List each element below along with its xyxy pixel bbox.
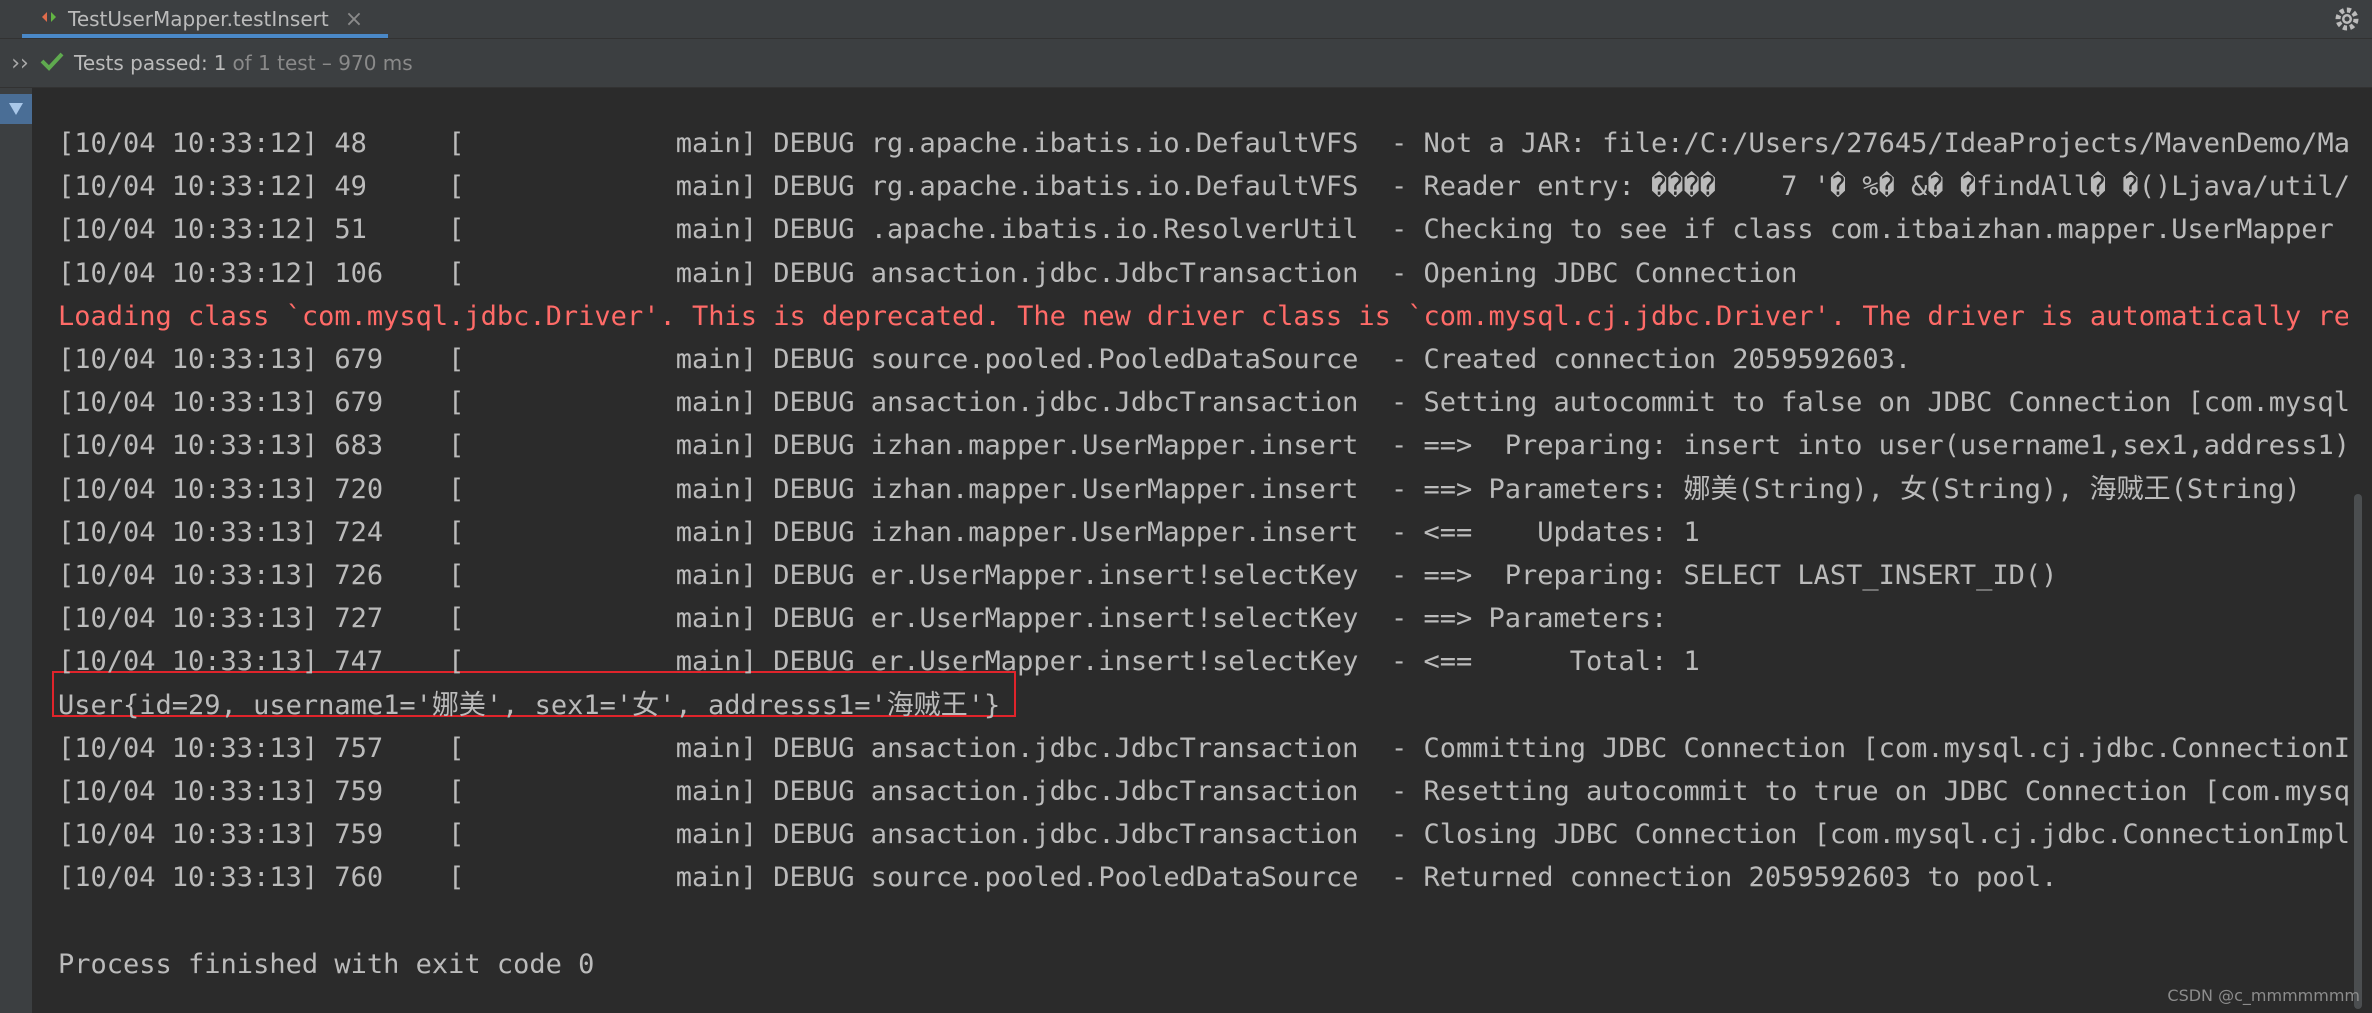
log-line: [10/04 10:33:13] 726 [ main] DEBUG er.Us… bbox=[58, 560, 2058, 591]
tab-active-indicator bbox=[22, 34, 388, 38]
log-line: [10/04 10:33:13] 759 [ main] DEBUG ansac… bbox=[58, 819, 2348, 851]
run-config-icon bbox=[40, 7, 58, 31]
log-line: [10/04 10:33:13] 760 [ main] DEBUG sourc… bbox=[58, 862, 2058, 894]
console-output[interactable]: [10/04 10:33:12] 48 [ main] DEBUG rg.apa… bbox=[32, 88, 2348, 1013]
log-line: [10/04 10:33:13] 679 [ main] DEBUG sourc… bbox=[58, 344, 1912, 375]
highlighted-output-line: User{id=29, username1='娜美', sex1='女', ad… bbox=[58, 689, 1001, 721]
status-passed-count: 1 bbox=[213, 51, 227, 75]
log-line: [10/04 10:33:13] 757 [ main] DEBUG ansac… bbox=[58, 732, 2348, 764]
log-line: [10/04 10:33:13] 683 [ main] DEBUG izhan… bbox=[58, 430, 2348, 462]
scrollbar-thumb[interactable] bbox=[2354, 494, 2362, 1009]
check-icon bbox=[40, 51, 64, 76]
log-line: [10/04 10:33:13] 727 [ main] DEBUG er.Us… bbox=[58, 603, 1684, 635]
log-line: [10/04 10:33:13] 747 [ main] DEBUG er.Us… bbox=[58, 646, 1700, 678]
log-line: [10/04 10:33:12] 106 [ main] DEBUG ansac… bbox=[58, 257, 1798, 289]
console-gutter bbox=[0, 88, 32, 1013]
log-line: [10/04 10:33:12] 51 [ main] DEBUG .apach… bbox=[58, 214, 2348, 246]
log-line: [10/04 10:33:13] 759 [ main] DEBUG ansac… bbox=[58, 776, 2348, 807]
tab-title: TestUserMapper.testInsert bbox=[68, 7, 329, 31]
tab-bar: TestUserMapper.testInsert × bbox=[0, 0, 2372, 39]
test-status-bar: ›› Tests passed: 1 of 1 test – 970 ms bbox=[0, 39, 2372, 88]
gear-icon[interactable] bbox=[2332, 4, 2362, 34]
log-line: [10/04 10:33:13] 679 [ main] DEBUG ansac… bbox=[58, 387, 2348, 419]
watermark: CSDN @c_mmmmmmm bbox=[2167, 986, 2360, 1005]
log-line: Process finished with exit code 0 bbox=[58, 948, 595, 980]
status-summary: of 1 test – 970 ms bbox=[232, 51, 413, 75]
expand-chevron-icon[interactable]: ›› bbox=[0, 51, 40, 76]
scrollbar[interactable] bbox=[2348, 88, 2372, 1013]
log-line: [10/04 10:33:13] 720 [ main] DEBUG izhan… bbox=[58, 473, 2301, 505]
error-line: Loading class `com.mysql.jdbc.Driver'. T… bbox=[58, 300, 2348, 332]
log-line: [10/04 10:33:12] 48 [ main] DEBUG rg.apa… bbox=[58, 128, 2348, 159]
log-line: [10/04 10:33:13] 724 [ main] DEBUG izhan… bbox=[58, 516, 1700, 548]
collapse-arrow-icon[interactable] bbox=[0, 94, 32, 124]
close-icon[interactable]: × bbox=[345, 7, 363, 32]
tab-test-user-mapper[interactable]: TestUserMapper.testInsert × bbox=[22, 0, 388, 38]
status-label: Tests passed: bbox=[74, 51, 208, 75]
log-line: [10/04 10:33:12] 49 [ main] DEBUG rg.apa… bbox=[58, 171, 2348, 203]
